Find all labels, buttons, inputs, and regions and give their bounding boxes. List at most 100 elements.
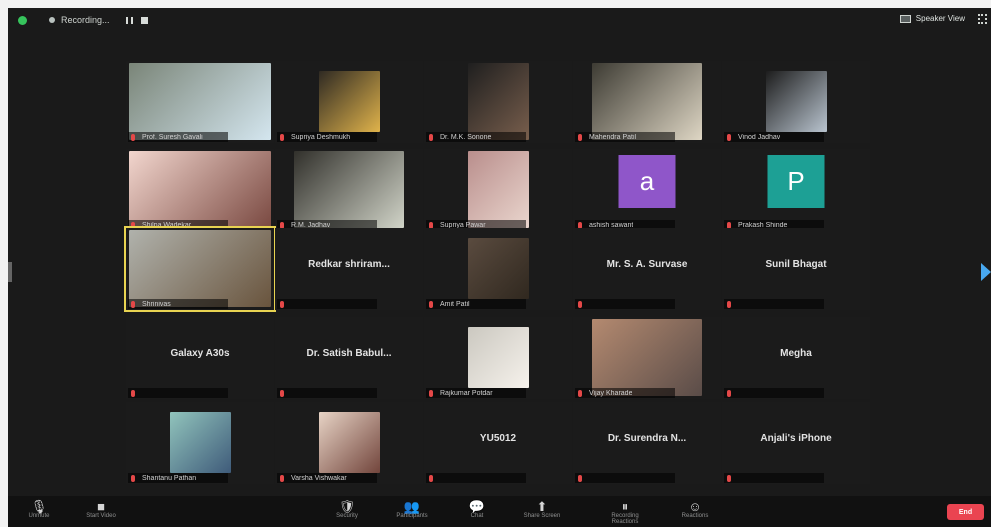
muted-microphone-icon	[280, 301, 284, 308]
name-label-background	[724, 473, 824, 483]
chat-icon: 💬	[468, 498, 486, 514]
muted-microphone-icon	[727, 301, 731, 308]
participant-name-label: Vijay Kharade	[589, 390, 633, 397]
participant-name-label: Prof. Suresh Gavali	[142, 134, 203, 141]
participant-display-name: Anjali's iPhone	[760, 433, 832, 444]
muted-microphone-icon	[578, 475, 582, 482]
participant-display-name: Galaxy A30s	[170, 348, 230, 359]
participant-tile[interactable]: Vijay Kharade	[573, 317, 721, 399]
participants-icon: 👥	[403, 498, 421, 514]
participant-video	[592, 63, 702, 140]
muted-microphone-icon	[578, 390, 582, 397]
participant-tile[interactable]: Prof. Suresh Gavali	[126, 61, 274, 143]
participant-name-label: Shantanu Pathan	[142, 475, 197, 482]
participant-tile[interactable]: Vinod Jadhav	[722, 61, 870, 143]
control-label: Reactions	[681, 513, 709, 519]
participant-tile[interactable]: R.M. Jadhav	[275, 149, 423, 231]
participants-button[interactable]: 👥 Participants	[385, 498, 439, 520]
name-label-background	[426, 473, 526, 483]
participant-video	[169, 412, 231, 473]
participant-video	[467, 151, 529, 228]
participant-name-label: Mahendra Patil	[589, 134, 637, 141]
participant-name-label: Amit Patil	[440, 301, 470, 308]
security-shield-icon[interactable]	[18, 15, 27, 25]
participant-display-name: Dr. Satish Babul...	[306, 348, 392, 359]
muted-microphone-icon	[429, 390, 433, 397]
participant-tile[interactable]: Shantanu Pathan	[126, 402, 274, 484]
fullscreen-icon[interactable]	[978, 14, 987, 24]
reaction-icon: ☺	[688, 498, 702, 514]
participant-tile[interactable]: Dr. Surendra N...	[573, 402, 721, 484]
participant-tile[interactable]: a ashish sawant	[573, 149, 721, 231]
meeting-controls-bar: End 🎙 Unmute ■ Start Video 🛡 Security 👥 Partici…	[8, 496, 991, 527]
end-meeting-button[interactable]: End	[947, 504, 984, 520]
control-label: Share Screen	[523, 513, 561, 519]
participant-tile[interactable]: Redkar shriram...	[275, 228, 423, 310]
name-label-background	[724, 388, 824, 398]
participant-tile[interactable]: Dr. M.K. Sonone	[424, 61, 572, 143]
participant-tile[interactable]: P Prakash Shinde	[722, 149, 870, 231]
speaker-view-button[interactable]: Speaker View	[899, 14, 965, 23]
control-label: Participants	[396, 513, 428, 519]
participant-tile[interactable]: Anjali's iPhone	[722, 402, 870, 484]
muted-microphone-icon	[429, 475, 433, 482]
participant-video	[467, 327, 529, 388]
participant-tile[interactable]: Supriya Deshmukh	[275, 61, 423, 143]
recording-icon: ⏸	[621, 498, 629, 514]
participant-name-label: Rajkumar Potdar	[440, 390, 493, 397]
recording-reactions-button[interactable]: ⏸ Recording Reactions	[598, 498, 652, 526]
participant-tile[interactable]: Varsha Vishwakar	[275, 402, 423, 484]
participant-tile[interactable]: Shrinivas	[124, 226, 276, 312]
name-label-background	[575, 473, 675, 483]
recording-dot-icon	[49, 17, 55, 23]
pause-recording-icon[interactable]	[125, 16, 133, 24]
name-label-background	[575, 299, 675, 309]
participant-name-label: Varsha Vishwakar	[291, 475, 347, 482]
participant-tile[interactable]: Shilpa Wadekar	[126, 149, 274, 231]
participant-video	[467, 63, 529, 140]
participant-tile[interactable]: Supriya Pawar	[424, 149, 572, 231]
participant-display-name: Mr. S. A. Survase	[606, 259, 688, 270]
start-video-button[interactable]: ■ Start Video	[74, 499, 128, 520]
muted-microphone-icon	[280, 475, 284, 482]
control-label: Security	[336, 513, 358, 519]
name-label-background	[724, 299, 824, 309]
participant-tile[interactable]: YU5012	[424, 402, 572, 484]
muted-microphone-icon	[131, 390, 135, 397]
unmute-button[interactable]: 🎙 Unmute	[12, 499, 66, 520]
participant-tile[interactable]: Sunil Bhagat	[722, 228, 870, 310]
reactions-button[interactable]: ☺ Reactions	[668, 498, 722, 520]
participant-tile[interactable]: Dr. Satish Babul...	[275, 317, 423, 399]
muted-microphone-icon	[131, 475, 135, 482]
security-button[interactable]: 🛡 Security	[320, 498, 374, 520]
muted-microphone-icon	[131, 301, 135, 308]
next-page-arrow-icon[interactable]	[981, 263, 991, 281]
control-label: Unmute	[28, 513, 50, 519]
muted-microphone-icon	[727, 390, 731, 397]
participant-tile[interactable]: Mahendra Patil	[573, 61, 721, 143]
chat-button[interactable]: 💬 Chat	[450, 498, 504, 520]
stop-recording-icon[interactable]	[140, 16, 148, 24]
participant-tile[interactable]: Galaxy A30s	[126, 317, 274, 399]
participant-display-name: Megha	[780, 348, 812, 359]
previous-page-arrow-icon[interactable]	[8, 262, 12, 282]
participant-video	[765, 71, 827, 132]
participant-video	[129, 151, 271, 228]
participant-tile[interactable]: Mr. S. A. Survase	[573, 228, 721, 310]
participant-tile[interactable]: Amit Patil	[424, 228, 572, 310]
participant-name-label: Shrinivas	[142, 301, 171, 308]
control-label: Recording Reactions	[611, 513, 639, 525]
name-label-background	[277, 299, 377, 309]
muted-microphone-icon	[280, 134, 284, 141]
participant-tile[interactable]: Rajkumar Potdar	[424, 317, 572, 399]
muted-microphone-icon	[280, 390, 284, 397]
shield-icon: 🛡	[338, 498, 356, 514]
share-screen-button[interactable]: ⬆ Share Screen	[515, 499, 569, 520]
participant-gallery: Prof. Suresh Gavali Supriya Deshmukh Dr. M…	[124, 61, 870, 491]
participant-video	[318, 412, 380, 473]
participant-tile[interactable]: Megha	[722, 317, 870, 399]
name-label-background	[277, 388, 377, 398]
participant-name-label: Dr. M.K. Sonone	[440, 134, 492, 141]
muted-microphone-icon	[429, 301, 433, 308]
participant-video	[129, 63, 271, 140]
